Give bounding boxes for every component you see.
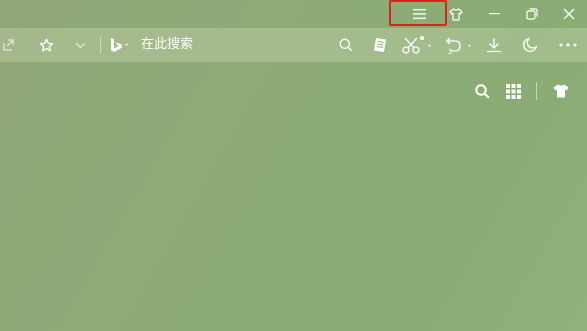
reading-mode-button[interactable] [369, 28, 391, 62]
minimize-icon [488, 13, 500, 15]
download-icon [487, 38, 501, 53]
hamburger-menu-icon [412, 9, 426, 19]
main-menu-button[interactable] [401, 0, 437, 28]
tshirt-icon [449, 7, 463, 21]
newtab-skin-button[interactable] [550, 80, 572, 102]
tshirt-icon [553, 84, 569, 98]
close-icon [563, 8, 575, 20]
minimize-button[interactable] [476, 0, 512, 28]
search-icon [339, 38, 353, 52]
more-icon [559, 43, 577, 47]
download-button[interactable] [483, 28, 505, 62]
address-toolbar: 在此搜索 2 [0, 28, 587, 62]
more-options-button[interactable] [555, 28, 581, 62]
skin-button[interactable] [438, 0, 474, 28]
newtab-divider [536, 82, 537, 100]
newtab-apps-button[interactable] [503, 80, 523, 102]
restore-icon [526, 8, 538, 20]
search-button[interactable] [336, 28, 356, 62]
title-bar [0, 0, 587, 28]
moon-icon [523, 37, 538, 53]
screenshot-button[interactable] [398, 28, 434, 62]
bing-logo-icon [111, 38, 128, 52]
search-engine-selector[interactable] [107, 28, 135, 62]
favorite-button[interactable] [35, 28, 57, 62]
toolbar-divider [100, 37, 101, 53]
document-icon [374, 38, 386, 52]
undo-icon: 2 [445, 37, 471, 55]
scissors-icon [402, 36, 431, 54]
night-mode-button[interactable] [519, 28, 541, 62]
star-icon [39, 38, 53, 51]
restore-button[interactable] [514, 0, 550, 28]
chevron-down-icon [75, 42, 85, 48]
close-button[interactable] [551, 0, 587, 28]
share-icon [3, 39, 14, 51]
share-button[interactable] [0, 28, 16, 62]
search-icon [474, 83, 490, 99]
newtab-search-button[interactable] [472, 80, 492, 102]
search-input[interactable]: 在此搜索 [141, 28, 193, 62]
grid-icon [505, 83, 521, 99]
svg-text:2: 2 [448, 48, 452, 55]
browser-window: 在此搜索 2 [0, 0, 587, 331]
favorites-dropdown-button[interactable] [70, 28, 90, 62]
restore-closed-tab-button[interactable]: 2 [441, 28, 475, 62]
